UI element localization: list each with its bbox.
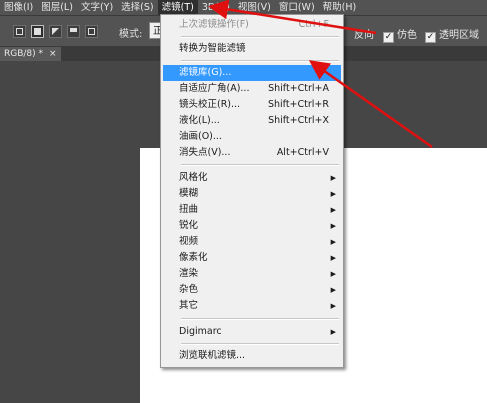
menu-item-label: 像素化 xyxy=(179,252,208,263)
menu-item-label: 锐化 xyxy=(179,220,199,231)
menu-item-label: 液化(L)... xyxy=(179,115,220,126)
dither-label: 仿色 xyxy=(397,30,417,41)
menu-item-label: Digimarc xyxy=(179,326,222,337)
menu-item-label: 浏览联机滤镜... xyxy=(179,350,246,361)
gradient-reflected-icon[interactable] xyxy=(67,25,80,38)
document-tab[interactable]: RGB/8) * × xyxy=(0,47,61,61)
menu-item-lens-correction[interactable]: 镜头校正(R)... Shift+Ctrl+R xyxy=(163,97,341,113)
transparency-label: 透明区域 xyxy=(439,30,479,41)
transparency-checkbox[interactable]: ✓ 透明区域 xyxy=(425,26,479,43)
menu-window[interactable]: 窗口(W) xyxy=(275,0,319,15)
gradient-diamond-icon[interactable] xyxy=(85,25,98,38)
menu-item-shortcut: Alt+Ctrl+V xyxy=(276,147,329,158)
menu-layer[interactable]: 图层(L) xyxy=(37,0,77,15)
menu-item-stylize[interactable]: 风格化 ▶ xyxy=(163,170,341,186)
menu-item-label: 消失点(V)... xyxy=(179,147,231,158)
reverse-label: 反向 xyxy=(354,30,374,41)
menu-item-label: 镜头校正(R)... xyxy=(179,99,241,110)
menu-item-noise[interactable]: 杂色 ▶ xyxy=(163,282,341,298)
submenu-arrow-icon: ▶ xyxy=(330,222,336,230)
menu-item-digimarc[interactable]: Digimarc ▶ xyxy=(163,324,341,340)
gradient-radial-icon[interactable] xyxy=(31,25,44,38)
menu-item-label: 上次滤镜操作(F) xyxy=(179,19,249,30)
menu-separator xyxy=(181,318,339,320)
close-icon[interactable]: × xyxy=(49,49,57,59)
menu-item-label: 滤镜库(G)... xyxy=(179,67,232,78)
menu-3d[interactable]: 3D(D) xyxy=(198,0,234,15)
menu-item-label: 其它 xyxy=(179,300,199,311)
submenu-arrow-icon: ▶ xyxy=(330,286,336,294)
menu-item-distort[interactable]: 扭曲 ▶ xyxy=(163,202,341,218)
submenu-arrow-icon: ▶ xyxy=(330,174,336,182)
menu-item-liquify[interactable]: 液化(L)... Shift+Ctrl+X xyxy=(163,113,341,129)
menu-item-label: 视频 xyxy=(179,236,199,247)
submenu-arrow-icon: ▶ xyxy=(330,238,336,246)
menu-item-shortcut: Shift+Ctrl+X xyxy=(268,115,329,126)
menu-item-label: 油画(O)... xyxy=(179,131,222,142)
menu-type[interactable]: 文字(Y) xyxy=(77,0,117,15)
dither-checkbox[interactable]: ✓ 仿色 xyxy=(383,26,417,43)
filter-menu: 上次滤镜操作(F) Ctrl+F 转换为智能滤镜 滤镜库(G)... 自适应广角… xyxy=(160,14,344,368)
submenu-arrow-icon: ▶ xyxy=(330,270,336,278)
menu-item-video[interactable]: 视频 ▶ xyxy=(163,234,341,250)
menu-filter[interactable]: 滤镜(T) xyxy=(157,0,198,15)
menu-image[interactable]: 图像(I) xyxy=(0,0,37,15)
menu-item-last-filter: 上次滤镜操作(F) Ctrl+F xyxy=(163,17,341,33)
menu-item-label: 转换为智能滤镜 xyxy=(179,43,246,54)
menu-item-render[interactable]: 渲染 ▶ xyxy=(163,266,341,282)
menu-item-label: 自适应广角(A)... xyxy=(179,83,250,94)
menu-separator xyxy=(181,36,339,38)
menu-item-other[interactable]: 其它 ▶ xyxy=(163,298,341,314)
menu-item-browse-online-filters[interactable]: 浏览联机滤镜... xyxy=(163,348,341,364)
menu-item-label: 渲染 xyxy=(179,268,199,279)
menu-item-blur[interactable]: 模糊 ▶ xyxy=(163,186,341,202)
menu-item-oil-paint[interactable]: 油画(O)... xyxy=(163,129,341,145)
menu-item-sharpen[interactable]: 锐化 ▶ xyxy=(163,218,341,234)
menu-item-label: 模糊 xyxy=(179,188,199,199)
menu-view[interactable]: 视图(V) xyxy=(234,0,275,15)
gradient-angle-icon[interactable] xyxy=(49,25,62,38)
menu-item-label: 风格化 xyxy=(179,172,208,183)
menu-separator xyxy=(181,164,339,166)
menu-item-shortcut: Shift+Ctrl+R xyxy=(267,99,329,110)
menu-item-shortcut: Ctrl+F xyxy=(298,19,329,30)
submenu-arrow-icon: ▶ xyxy=(330,190,336,198)
mode-label: 模式: xyxy=(119,29,143,40)
menu-help[interactable]: 帮助(H) xyxy=(319,0,361,15)
menu-item-convert-smart-filter[interactable]: 转换为智能滤镜 xyxy=(163,41,341,57)
menu-item-adaptive-wide-angle[interactable]: 自适应广角(A)... Shift+Ctrl+A xyxy=(163,81,341,97)
checkmark-icon: ✓ xyxy=(425,32,436,43)
checkmark-icon: ✓ xyxy=(383,32,394,43)
menu-item-vanishing-point[interactable]: 消失点(V)... Alt+Ctrl+V xyxy=(163,145,341,161)
menu-select[interactable]: 选择(S) xyxy=(117,0,157,15)
menu-item-pixelate[interactable]: 像素化 ▶ xyxy=(163,250,341,266)
menu-item-shortcut: Shift+Ctrl+A xyxy=(268,83,329,94)
submenu-arrow-icon: ▶ xyxy=(330,328,336,336)
submenu-arrow-icon: ▶ xyxy=(330,302,336,310)
gradient-linear-icon[interactable] xyxy=(13,25,26,38)
submenu-arrow-icon: ▶ xyxy=(330,206,336,214)
document-tab-title: RGB/8) * xyxy=(4,49,44,59)
menu-item-label: 杂色 xyxy=(179,284,199,295)
menu-item-label: 扭曲 xyxy=(179,204,199,215)
menu-separator xyxy=(181,60,339,62)
menu-separator xyxy=(181,343,339,345)
menu-item-filter-gallery[interactable]: 滤镜库(G)... xyxy=(163,65,341,81)
submenu-arrow-icon: ▶ xyxy=(330,254,336,262)
reverse-checkbox[interactable]: 反向 xyxy=(354,26,374,41)
